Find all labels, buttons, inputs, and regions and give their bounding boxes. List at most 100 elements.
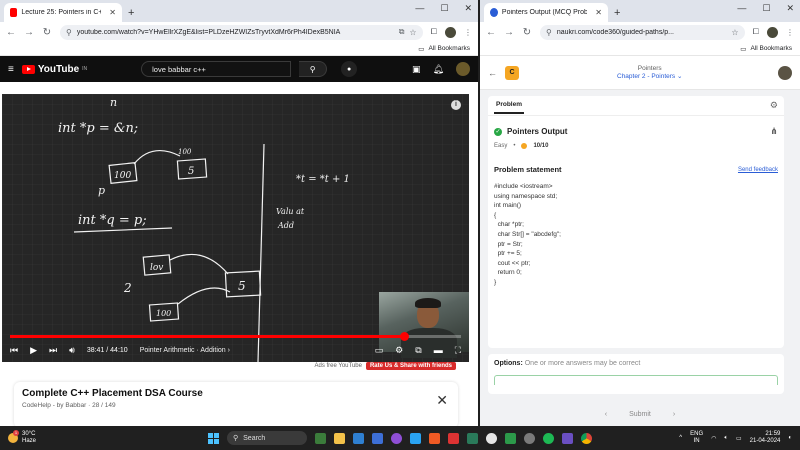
close-window-right-icon[interactable]: ✕ <box>786 3 794 14</box>
store-icon[interactable] <box>372 432 383 444</box>
send-feedback-link[interactable]: Send feedback <box>738 167 778 173</box>
back-arrow-icon[interactable]: ← <box>488 68 497 78</box>
notification-center-icon[interactable]: ◐ <box>788 435 792 441</box>
url-input-right[interactable]: ⚲ naukri.com/code360/guided-paths/p... ☆ <box>540 24 745 40</box>
taskbar-search-label: Search <box>243 434 266 442</box>
tab-problem[interactable]: Problem <box>494 97 525 114</box>
profile-avatar[interactable] <box>445 26 456 38</box>
play-icon[interactable]: ▶ <box>30 345 37 356</box>
maps-app-icon[interactable] <box>410 432 421 444</box>
hamburger-menu-icon[interactable]: ≡ <box>8 64 14 75</box>
player-controls: ⏮ ▶ ⏭ 🔊︎ 38:41 / 44:10 Pointer Arithmeti… <box>10 342 461 358</box>
settings-app-icon[interactable] <box>524 432 535 444</box>
chapter-breadcrumb[interactable]: Pointers Chapter 2 - Pointers ⌄ <box>617 65 682 80</box>
battery-icon[interactable]: ▭ <box>736 435 742 442</box>
reload-icon[interactable]: ↻ <box>42 27 52 38</box>
file-explorer-icon[interactable] <box>334 432 345 444</box>
close-tab-icon[interactable]: ✕ <box>109 8 116 17</box>
site-info-right-icon[interactable]: ⚲ <box>546 28 552 37</box>
playlist-title: Complete C++ Placement DSA Course <box>22 388 203 399</box>
photos-icon[interactable] <box>391 432 402 444</box>
miniplayer-icon[interactable]: ⧉ <box>415 345 421 356</box>
extensions-right-icon[interactable]: ⧠ <box>753 27 759 37</box>
submit-button[interactable]: Submit <box>629 411 651 418</box>
youtube-header: ≡ YouTube IN love babbar c++ ⚲ ● ▣ 🔔︎ <box>0 56 478 82</box>
rate-us-button[interactable]: Rate Us & Share with friends <box>365 362 456 370</box>
playlist-card[interactable]: Complete C++ Placement DSA Course CodeHe… <box>14 382 458 426</box>
site-info-icon[interactable]: ⚲ <box>66 28 72 37</box>
maximize-right-icon[interactable]: ☐ <box>762 3 770 14</box>
next-problem-icon[interactable]: › <box>673 411 675 418</box>
notifications-bell-icon[interactable]: 🔔︎ <box>433 64 444 75</box>
youtube-search-input[interactable]: love babbar c++ <box>141 61 292 77</box>
forward-icon[interactable]: → <box>24 27 34 38</box>
wifi-icon[interactable]: ◠ <box>711 435 716 442</box>
maximize-icon[interactable]: ☐ <box>440 3 448 14</box>
bookmark-star-right-icon[interactable]: ☆ <box>731 28 738 37</box>
vscode-icon[interactable] <box>353 432 364 444</box>
tab-pointers-output[interactable]: Pointers Output (MCQ Problem ✕ <box>484 3 608 22</box>
back-icon[interactable]: ← <box>6 27 16 38</box>
theater-mode-icon[interactable]: ▬ <box>434 345 443 356</box>
voice-search-button[interactable]: ● <box>341 61 358 77</box>
fullscreen-icon[interactable]: ⛶ <box>455 345 461 356</box>
settings-gear-icon[interactable]: ⚙ <box>395 345 403 356</box>
video-progress-bar[interactable] <box>10 332 461 341</box>
speaker-icon[interactable]: 🔈︎ <box>724 435 728 442</box>
code360-logo[interactable]: C <box>505 65 519 80</box>
all-bookmarks-right-link[interactable]: All Bookmarks <box>750 45 792 52</box>
url-input[interactable]: ⚲ youtube.com/watch?v=YHwEllrXZgE&list=P… <box>60 24 423 40</box>
spotify-icon[interactable] <box>543 432 554 444</box>
new-tab-right-button[interactable]: + <box>614 7 620 19</box>
windows-start-icon[interactable] <box>208 432 219 444</box>
previous-icon[interactable]: ⏮ <box>10 345 18 356</box>
brave-browser-icon[interactable] <box>429 432 440 444</box>
info-icon[interactable]: i <box>451 100 461 110</box>
new-tab-button[interactable]: + <box>128 7 134 19</box>
profile-avatar-right[interactable] <box>767 26 778 38</box>
terminal-icon[interactable] <box>467 432 478 444</box>
taskbar-search[interactable]: ⚲ Search <box>227 431 307 445</box>
user-avatar[interactable] <box>778 65 792 80</box>
youtube-logo[interactable]: YouTube IN <box>21 64 87 75</box>
app-green-icon[interactable] <box>505 432 516 444</box>
back-right-icon[interactable]: ← <box>486 27 496 38</box>
language-indicator[interactable]: ENG IN <box>690 431 703 445</box>
close-tab-right-icon[interactable]: ✕ <box>595 8 602 17</box>
share-icon[interactable]: ⋔ <box>770 126 778 137</box>
menu-kebab-icon[interactable]: ⋮ <box>464 28 472 37</box>
minimize-icon[interactable]: — <box>415 3 424 14</box>
video-player[interactable]: n int *p = &n; 100 5 p 100 int *q = p; l… <box>2 94 469 362</box>
meet-app-icon[interactable] <box>315 432 326 444</box>
chrome-icon[interactable] <box>581 432 592 444</box>
settings-icon[interactable]: ⚙ <box>770 100 778 111</box>
create-video-icon[interactable]: ▣ <box>412 64 421 75</box>
close-window-icon[interactable]: ✕ <box>464 3 472 14</box>
chapter-title[interactable]: Pointer Arithmetic · Addition › <box>140 347 230 354</box>
youtube-search-button[interactable]: ⚲ <box>299 61 328 77</box>
bookmark-star-icon[interactable]: ☆ <box>409 28 416 37</box>
all-bookmarks-link[interactable]: All Bookmarks <box>428 45 470 52</box>
tray-chevron-up-icon[interactable]: ^ <box>679 435 682 441</box>
minimize-right-icon[interactable]: — <box>737 3 746 14</box>
prev-problem-icon[interactable]: ‹ <box>605 411 607 418</box>
forward-right-icon[interactable]: → <box>504 27 514 38</box>
volume-icon[interactable]: 🔊︎ <box>69 345 75 356</box>
next-icon[interactable]: ⏭ <box>49 345 57 356</box>
github-icon[interactable] <box>486 432 497 444</box>
tab-youtube-lecture[interactable]: Lecture 25: Pointers in C++ || P ✕ <box>4 3 122 22</box>
reload-right-icon[interactable]: ↻ <box>522 27 532 38</box>
chapter-text: Pointer Arithmetic · Addition <box>139 346 226 354</box>
weather-widget[interactable]: 1 30°C Haze <box>0 430 150 445</box>
system-clock[interactable]: 21:59 21-04-2024 <box>750 431 781 445</box>
app-purple-icon[interactable] <box>562 432 573 444</box>
close-playlist-icon[interactable]: ✕ <box>436 392 448 409</box>
option-item[interactable] <box>494 375 778 385</box>
extensions-icon[interactable]: ⧠ <box>431 27 437 37</box>
menu-kebab-right-icon[interactable]: ⋮ <box>786 28 794 37</box>
youtube-account-avatar[interactable] <box>456 62 470 76</box>
acrobat-icon[interactable] <box>448 432 459 444</box>
progress-scrubber-handle[interactable] <box>400 332 410 341</box>
open-in-app-icon[interactable]: ⧉ <box>399 27 405 37</box>
captions-icon[interactable]: ▭ <box>375 345 384 356</box>
